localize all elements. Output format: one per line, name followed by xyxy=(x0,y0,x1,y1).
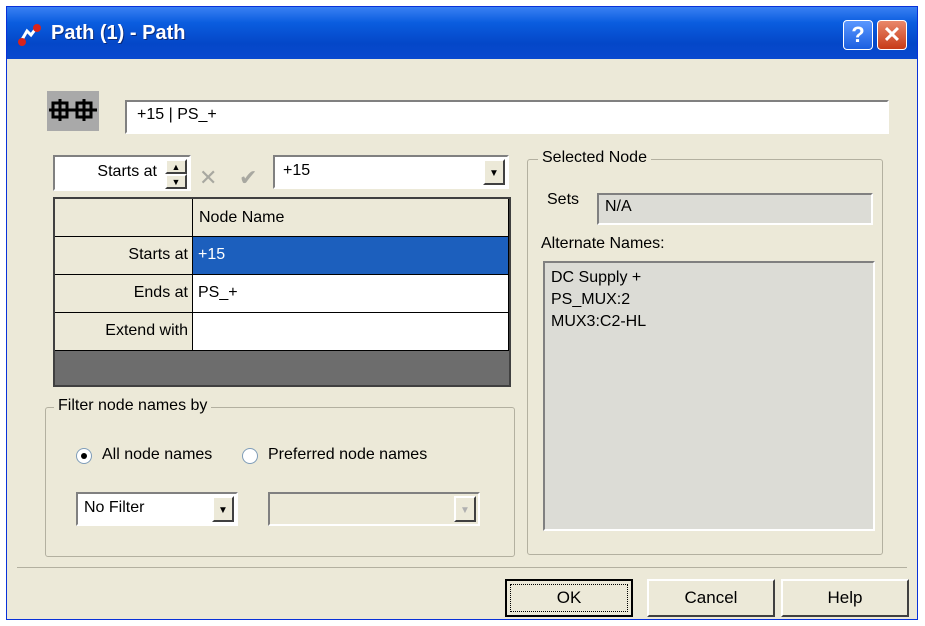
spin-up-button[interactable]: ▲ xyxy=(165,159,187,174)
separator xyxy=(17,567,907,568)
starts-at-spinner[interactable]: Starts at ▲ ▼ xyxy=(53,155,191,191)
path-network-icon[interactable] xyxy=(47,91,99,131)
cell-extend-with[interactable] xyxy=(193,313,509,351)
cancel-edit-icon[interactable]: ✕ xyxy=(199,165,217,191)
filter-combo-value: No Filter xyxy=(84,499,145,516)
app-icon xyxy=(18,24,41,46)
node-name-column-header[interactable]: Node Name xyxy=(193,199,509,237)
filter-chevron-down-icon[interactable]: ▼ xyxy=(212,496,234,522)
list-item[interactable]: PS_MUX:2 xyxy=(551,289,867,311)
alternate-names-label: Alternate Names: xyxy=(541,235,665,252)
window-title: Path (1) - Path xyxy=(51,22,186,44)
secondary-filter-combo[interactable]: ▼ xyxy=(268,492,480,526)
cell-starts-at[interactable]: +15 xyxy=(193,237,509,275)
radio-all-node-names[interactable] xyxy=(76,448,92,464)
accept-edit-icon[interactable]: ✔ xyxy=(239,165,257,191)
spin-down-button[interactable]: ▼ xyxy=(165,174,187,189)
sets-label: Sets xyxy=(547,191,580,208)
list-item[interactable]: DC Supply + xyxy=(551,267,867,289)
starts-at-spinner-label: Starts at xyxy=(97,163,157,180)
chevron-down-icon[interactable]: ▼ xyxy=(483,159,505,185)
cancel-button[interactable]: Cancel xyxy=(647,579,775,617)
filter-combo[interactable]: No Filter ▼ xyxy=(76,492,238,526)
radio-preferred-label[interactable]: Preferred node names xyxy=(268,446,427,464)
secondary-chevron-down-icon[interactable]: ▼ xyxy=(454,496,476,522)
close-button[interactable]: ✕ xyxy=(877,20,907,50)
filter-groupbox: Filter node names by All node names Pref… xyxy=(45,397,515,557)
radio-all-label[interactable]: All node names xyxy=(102,446,212,464)
help-button[interactable]: Help xyxy=(781,579,909,617)
cell-ends-at[interactable]: PS_+ xyxy=(193,275,509,313)
title-help-button[interactable]: ? xyxy=(843,20,873,50)
title-bar[interactable]: Path (1) - Path ? ✕ xyxy=(7,7,917,59)
grid-corner-header xyxy=(55,199,193,237)
row-header-starts-at[interactable]: Starts at xyxy=(55,237,193,275)
path-grid: Node Name Starts at +15 Ends at PS_+ Ext… xyxy=(53,197,511,387)
row-header-extend-with[interactable]: Extend with xyxy=(55,313,193,351)
node-name-combo-value: +15 xyxy=(283,162,311,179)
selected-node-title: Selected Node xyxy=(538,149,651,167)
row-header-ends-at[interactable]: Ends at xyxy=(55,275,193,313)
dialog-window: Path (1) - Path ? ✕ +15 | PS_+ Starts at… xyxy=(6,6,918,620)
alternate-names-list[interactable]: DC Supply + PS_MUX:2 MUX3:C2-HL xyxy=(543,261,875,531)
path-network-glyph-icon xyxy=(49,99,97,121)
path-field[interactable]: +15 | PS_+ xyxy=(125,100,889,134)
list-item[interactable]: MUX3:C2-HL xyxy=(551,311,867,333)
node-name-combo[interactable]: +15 ▼ xyxy=(273,155,509,189)
ok-button[interactable]: OK xyxy=(505,579,633,617)
filter-groupbox-title: Filter node names by xyxy=(54,397,212,415)
sets-field: N/A xyxy=(597,193,873,225)
radio-preferred-node-names[interactable] xyxy=(242,448,258,464)
